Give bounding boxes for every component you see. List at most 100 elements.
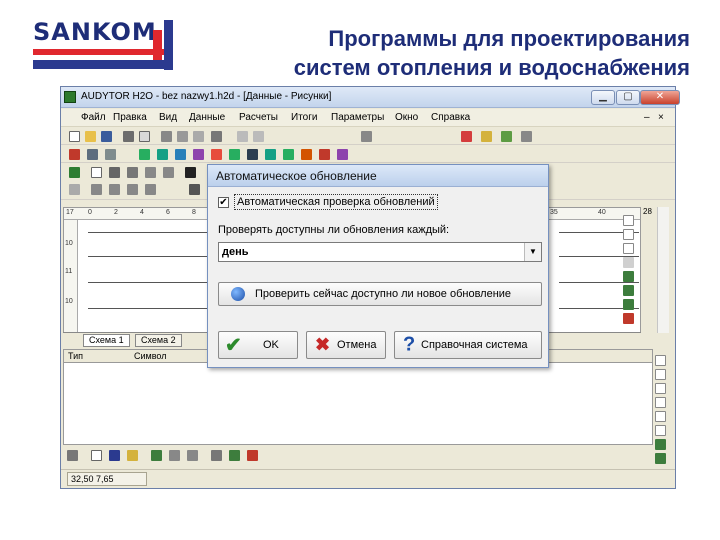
- menu-window[interactable]: Окно: [395, 112, 418, 123]
- menu-edit[interactable]: Правка: [113, 112, 147, 123]
- check-now-button[interactable]: Проверить сейчас доступно ли новое обнов…: [218, 282, 542, 306]
- menu-view[interactable]: Вид: [159, 112, 177, 123]
- zoom-window-icon[interactable]: [109, 184, 120, 195]
- house-icon[interactable]: [69, 149, 80, 160]
- minimize-button[interactable]: ▁: [591, 90, 615, 105]
- palette-item-icon[interactable]: [623, 215, 634, 226]
- menu-data[interactable]: Данные: [189, 112, 225, 123]
- grid-toggle-icon[interactable]: [69, 184, 80, 195]
- new-file-icon[interactable]: [69, 131, 80, 142]
- zoom-all-icon[interactable]: [127, 184, 138, 195]
- pump-icon[interactable]: [151, 450, 162, 461]
- tab-scheme-1[interactable]: Схема 1: [83, 334, 130, 347]
- valve-icon[interactable]: [127, 450, 138, 461]
- palette-item-icon[interactable]: [655, 383, 666, 394]
- element-blue-icon[interactable]: [175, 149, 186, 160]
- cut-icon[interactable]: [161, 131, 172, 142]
- element-dark-icon[interactable]: [247, 149, 258, 160]
- column-header-type[interactable]: Тип: [68, 351, 83, 361]
- close-button[interactable]: ✕: [640, 90, 680, 105]
- menu-help[interactable]: Справка: [431, 112, 470, 123]
- palette-item-icon[interactable]: [655, 369, 666, 380]
- text-icon[interactable]: [211, 450, 222, 461]
- element-green-icon[interactable]: [139, 149, 150, 160]
- zoom-in-icon[interactable]: [145, 167, 156, 178]
- print-icon[interactable]: [123, 131, 134, 142]
- undo-icon[interactable]: [237, 131, 248, 142]
- element-red-icon[interactable]: [211, 149, 222, 160]
- pen-icon[interactable]: [109, 167, 120, 178]
- menu-file[interactable]: Файл: [81, 112, 106, 123]
- element-teal-icon[interactable]: [157, 149, 168, 160]
- nodes-icon[interactable]: [189, 184, 200, 195]
- palette-item-icon[interactable]: [655, 425, 666, 436]
- tool-yellow-icon[interactable]: [481, 131, 492, 142]
- pointer-icon[interactable]: [91, 167, 102, 178]
- maximize-button[interactable]: ▢: [616, 90, 640, 105]
- element-purple2-icon[interactable]: [337, 149, 348, 160]
- paste-icon[interactable]: [193, 131, 204, 142]
- zoom-icon[interactable]: [361, 131, 372, 142]
- period-select[interactable]: день ▼: [218, 242, 542, 262]
- doc-close-icon[interactable]: ×: [658, 112, 664, 123]
- open-folder-icon[interactable]: [85, 131, 96, 142]
- auto-check-checkbox[interactable]: ✔: [218, 197, 229, 208]
- palette-item-icon[interactable]: [623, 257, 634, 268]
- element-green2-icon[interactable]: [229, 149, 240, 160]
- copy-icon[interactable]: [177, 131, 188, 142]
- table-icon[interactable]: [105, 149, 116, 160]
- palette-item-icon[interactable]: [623, 313, 634, 324]
- save-icon[interactable]: [101, 131, 112, 142]
- palette-item-icon[interactable]: [623, 243, 634, 254]
- tool-green-icon[interactable]: [501, 131, 512, 142]
- palette-item-icon[interactable]: [623, 285, 634, 296]
- menu-results[interactable]: Итоги: [291, 112, 317, 123]
- cancel-button[interactable]: ✖ Отмена: [306, 331, 386, 359]
- nodes-icon[interactable]: [67, 450, 78, 461]
- element-green3-icon[interactable]: [283, 149, 294, 160]
- close-icon: ✕: [655, 91, 665, 102]
- palette-item-icon[interactable]: [655, 411, 666, 422]
- grid-icon[interactable]: [211, 131, 222, 142]
- globe-icon: [231, 287, 245, 301]
- redo-icon[interactable]: [253, 131, 264, 142]
- chart-icon[interactable]: [69, 167, 80, 178]
- palette-item-icon[interactable]: [655, 355, 666, 366]
- doc-minimize-icon[interactable]: –: [644, 112, 650, 123]
- element-red2-icon[interactable]: [319, 149, 330, 160]
- tool-gray-icon[interactable]: [521, 131, 532, 142]
- palette-item-icon[interactable]: [623, 299, 634, 310]
- logo-blue-bar: [164, 20, 173, 70]
- menu-params[interactable]: Параметры: [331, 112, 384, 123]
- zoom-fit-icon[interactable]: [91, 184, 102, 195]
- tool-icon[interactable]: [229, 450, 240, 461]
- zoom-out-icon[interactable]: [163, 167, 174, 178]
- element-orange-icon[interactable]: [301, 149, 312, 160]
- palette-item-icon[interactable]: [655, 439, 666, 450]
- element-teal2-icon[interactable]: [265, 149, 276, 160]
- help-button[interactable]: ? Справочная система: [394, 331, 542, 359]
- preview-icon[interactable]: [139, 131, 150, 142]
- dropdown-arrow-icon[interactable]: ▼: [524, 243, 541, 261]
- tab-scheme-2[interactable]: Схема 2: [135, 334, 182, 347]
- zoom-prev-icon[interactable]: [145, 184, 156, 195]
- pipe-icon[interactable]: [127, 167, 138, 178]
- palette-item-icon[interactable]: [655, 397, 666, 408]
- element-purple-icon[interactable]: [193, 149, 204, 160]
- scheme-icon[interactable]: [87, 149, 98, 160]
- column-header-symbol[interactable]: Символ: [134, 351, 166, 361]
- fill-icon[interactable]: [185, 167, 196, 178]
- radiator-icon[interactable]: [109, 450, 120, 461]
- tool-red-icon[interactable]: [461, 131, 472, 142]
- ok-button[interactable]: ✔ OK: [218, 331, 298, 359]
- menu-calc[interactable]: Расчеты: [239, 112, 278, 123]
- palette-item-icon[interactable]: [623, 271, 634, 282]
- fitting-icon[interactable]: [169, 450, 180, 461]
- auto-check-label[interactable]: Автоматическая проверка обновлений: [234, 194, 438, 210]
- vertical-scrollbar[interactable]: [657, 207, 669, 333]
- element-icon[interactable]: [91, 450, 102, 461]
- stop-icon[interactable]: [247, 450, 258, 461]
- palette-item-icon[interactable]: [655, 453, 666, 464]
- arrow-icon[interactable]: [187, 450, 198, 461]
- palette-item-icon[interactable]: [623, 229, 634, 240]
